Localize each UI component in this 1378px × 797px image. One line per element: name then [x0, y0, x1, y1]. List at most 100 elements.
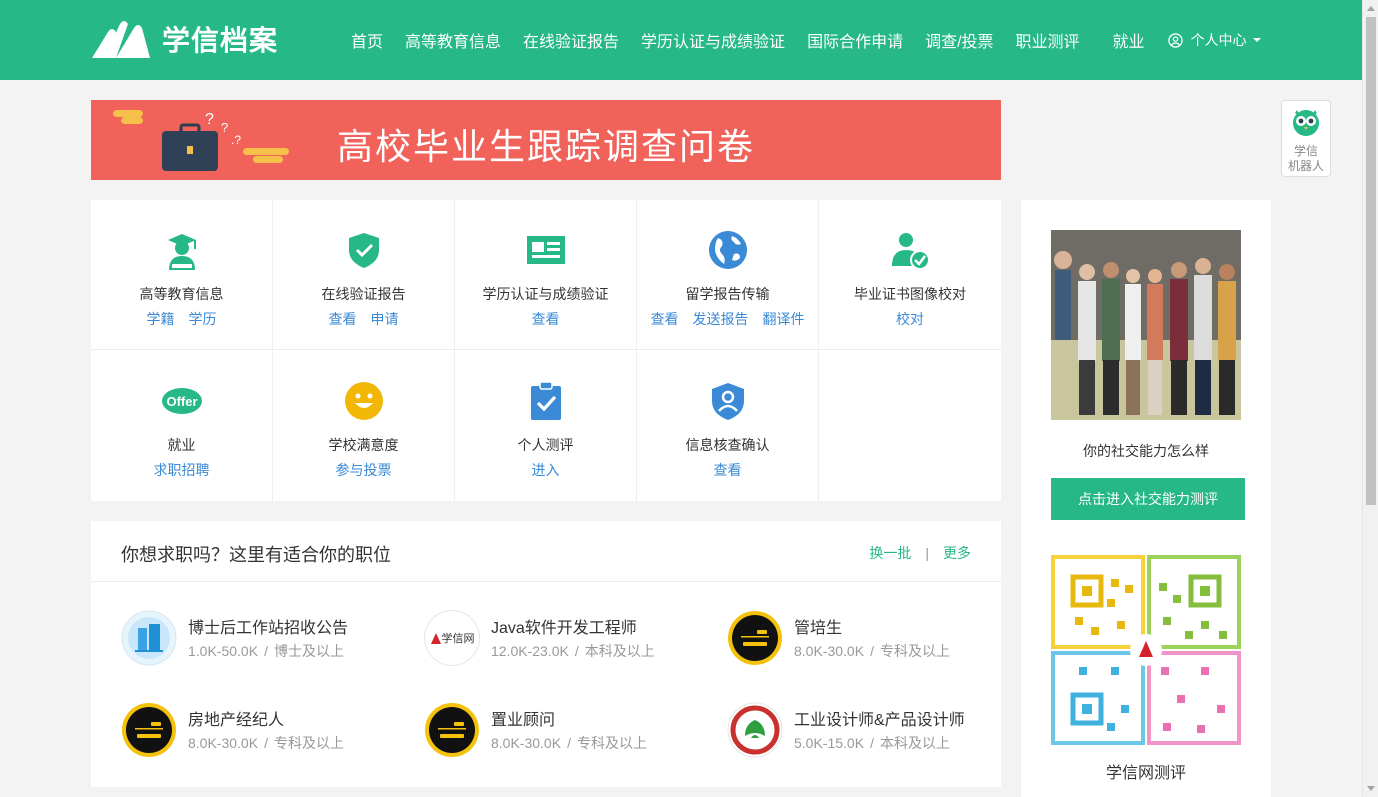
design-company-logo-icon — [727, 702, 783, 758]
service-satisfaction: 学校满意度 参与投票 — [273, 351, 455, 501]
svg-text:Offer: Offer — [166, 394, 197, 409]
service-online-report: 在线验证报告 查看 申请 — [273, 200, 455, 350]
scroll-down-arrow-icon[interactable] — [1367, 786, 1375, 791]
certificate-card-icon — [527, 236, 565, 264]
service-links: 参与投票 — [273, 460, 454, 480]
service-links: 查看 — [455, 309, 636, 329]
service-links: 求职招聘 — [91, 460, 272, 480]
job-salary: 5.0K-15.0K — [794, 735, 865, 751]
job-title: 管培生 — [794, 620, 843, 637]
robot-assistant[interactable]: 学信 机器人 — [1281, 100, 1331, 177]
job-item[interactable]: 博士后工作站招收公告 1.0K-50.0K / 博士及以上 — [121, 610, 401, 670]
offer-icon: Offer — [162, 388, 202, 414]
robot-label-line1: 学信 — [1293, 144, 1318, 158]
service-links: 查看 — [637, 460, 818, 480]
owl-robot-icon — [1293, 110, 1319, 136]
social-test-caption: 你的社交能力怎么样 — [1083, 443, 1209, 459]
nav-survey[interactable]: 调查/投票 — [925, 28, 993, 52]
slash: / — [567, 735, 571, 751]
job-meta: 5.0K-15.0K / 本科及以上 — [794, 733, 950, 753]
job-salary: 1.0K-50.0K — [188, 643, 259, 659]
job-title: 房地产经纪人 — [188, 712, 285, 729]
link-apply[interactable]: 申请 — [371, 311, 399, 327]
service-name: 个人测评 — [517, 437, 574, 453]
shield-check-icon — [349, 233, 379, 268]
service-links: 进入 — [455, 460, 636, 480]
nav-higher-education[interactable]: 高等教育信息 — [405, 28, 501, 52]
service-name: 在线验证报告 — [321, 286, 406, 302]
link-send-report[interactable]: 发送报告 — [693, 311, 749, 327]
clipboard-check-icon — [531, 381, 561, 420]
slash: / — [264, 643, 268, 659]
job-salary: 8.0K-30.0K — [794, 643, 865, 659]
jobs-panel: 你想求职吗？这里有适合你的职位 换一批 | 更多 博士后工作站招收公告 1.0K-5… — [91, 521, 1001, 787]
more-jobs-link[interactable]: 更多 — [943, 545, 971, 561]
decor-cloud — [113, 110, 143, 117]
job-item[interactable]: 管培生 8.0K-30.0K / 专科及以上 — [727, 610, 1007, 670]
service-study-abroad: 留学报告传输 查看 发送报告 翻译件 — [637, 200, 819, 350]
nav-international[interactable]: 国际合作申请 — [807, 28, 903, 52]
social-test-button[interactable]: 点击进入社交能力测评 — [1051, 478, 1245, 520]
survey-banner[interactable]: ? ? .? 高校毕业生跟踪调查问卷 — [91, 100, 1001, 180]
scroll-thumb[interactable] — [1366, 17, 1376, 505]
logo-mark-icon — [92, 21, 150, 58]
link-view[interactable]: 查看 — [532, 311, 560, 327]
slash: / — [870, 735, 874, 751]
service-links: 查看 申请 — [273, 309, 454, 329]
nav-career-test[interactable]: 职业测评 — [1016, 28, 1080, 52]
service-personal-test: 个人测评 进入 — [455, 351, 637, 501]
job-item[interactable]: 学信网 Java软件开发工程师 12.0K-23.0K / 本科及以上 — [424, 610, 704, 670]
job-title: 置业顾问 — [491, 712, 556, 729]
user-center-menu[interactable]: 个人中心 — [1167, 30, 1261, 50]
service-name: 毕业证书图像校对 — [854, 286, 966, 302]
scroll-up-arrow-icon[interactable] — [1367, 6, 1375, 11]
service-certification: 学历认证与成绩验证 查看 — [455, 200, 637, 350]
nav-online-report[interactable]: 在线验证报告 — [523, 28, 619, 52]
nav-home[interactable]: 首页 — [351, 28, 383, 52]
job-salary: 8.0K-30.0K — [491, 735, 562, 751]
service-links: 查看 发送报告 翻译件 — [637, 309, 818, 329]
link-view[interactable]: 查看 — [329, 311, 357, 327]
service-higher-education: 高等教育信息 学籍 学历 — [91, 200, 273, 350]
link-job-search[interactable]: 求职招聘 — [154, 462, 210, 478]
service-info-verify: 信息核查确认 查看 — [637, 351, 819, 501]
job-education: 本科及以上 — [584, 643, 655, 659]
link-enter[interactable]: 进入 — [532, 462, 560, 478]
service-name: 信息核查确认 — [685, 437, 770, 453]
slash: / — [574, 643, 579, 659]
site-logo[interactable]: 学信档案 — [90, 18, 278, 60]
job-education: 专科及以上 — [576, 735, 647, 751]
job-item[interactable]: 置业顾问 8.0K-30.0K / 专科及以上 — [424, 702, 704, 762]
link-view[interactable]: 查看 — [651, 311, 679, 327]
slash: / — [870, 643, 874, 659]
service-name: 就业 — [167, 437, 196, 453]
refresh-jobs-link[interactable]: 换一批 — [869, 545, 911, 561]
nav-employment[interactable]: 就业 — [1113, 28, 1145, 52]
realestate-company-logo-icon — [122, 703, 176, 757]
page-scrollbar[interactable] — [1362, 0, 1378, 797]
main-nav: 首页 高等教育信息 在线验证报告 学历认证与成绩验证 国际合作申请 调查/投票 … — [340, 0, 1261, 80]
link-proofread[interactable]: 校对 — [896, 311, 924, 327]
job-item[interactable]: 房地产经纪人 8.0K-30.0K / 专科及以上 — [121, 702, 401, 762]
job-meta: 12.0K-23.0K / 本科及以上 — [491, 641, 655, 661]
jobs-header: 你想求职吗？这里有适合你的职位 换一批 | 更多 — [91, 521, 1001, 582]
service-employment: Offer 就业 求职招聘 — [91, 351, 273, 501]
group-photo[interactable] — [1051, 230, 1241, 420]
service-name: 学校满意度 — [328, 437, 399, 453]
nav-certification[interactable]: 学历认证与成绩验证 — [641, 28, 785, 52]
building-logo-icon — [121, 610, 177, 666]
jobs-actions: 换一批 | 更多 — [869, 543, 971, 563]
link-view[interactable]: 查看 — [714, 462, 742, 478]
user-center-label: 个人中心 — [1190, 32, 1247, 48]
job-item[interactable]: 工业设计师&产品设计师 5.0K-15.0K / 本科及以上 — [727, 702, 1007, 762]
jobs-title: 你想求职吗？这里有适合你的职位 — [121, 545, 391, 565]
job-salary: 12.0K-23.0K — [491, 643, 569, 659]
chsi-mark-icon — [430, 633, 441, 644]
divider: | — [925, 545, 929, 561]
link-vote[interactable]: 参与投票 — [336, 462, 392, 478]
link-degree[interactable]: 学历 — [189, 311, 217, 327]
link-student-status[interactable]: 学籍 — [147, 311, 175, 327]
shield-user-icon — [712, 383, 744, 420]
service-name: 学历认证与成绩验证 — [482, 286, 609, 302]
link-translation[interactable]: 翻译件 — [763, 311, 805, 327]
